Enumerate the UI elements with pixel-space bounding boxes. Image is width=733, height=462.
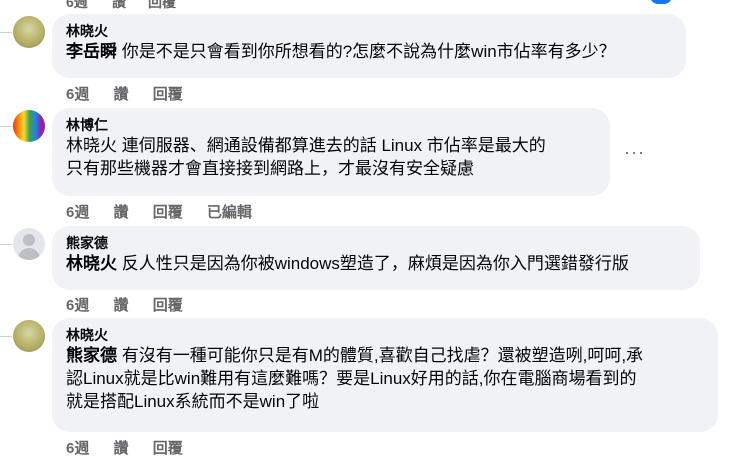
thread-line [0, 244, 12, 245]
like-link[interactable]: 讚 [114, 297, 129, 314]
time-link[interactable]: 6週 [66, 86, 89, 103]
reply-link[interactable]: 回覆 [153, 440, 183, 457]
reply-link[interactable]: 回覆 [153, 204, 183, 221]
avatar[interactable] [13, 228, 45, 260]
thread-line [0, 336, 12, 337]
comment-text-line: 熊家德 有沒有一種可能你只是有M的體質,喜歡自己找虐？還被塑造咧,呵呵,承 [66, 346, 644, 365]
comment-bubble: 熊家德 林晓火 反人性只是因為你被windows塑造了，麻煩是因為你入門選錯發行… [52, 226, 700, 290]
thread-line [0, 32, 12, 33]
reply-link[interactable]: 回覆 [148, 0, 176, 12]
reply-link[interactable]: 回覆 [153, 297, 183, 314]
reply-link[interactable]: 回覆 [153, 86, 183, 103]
mention-link[interactable]: 李岳瞬 [66, 42, 117, 61]
comment-actions: 6週 讚 回覆 [66, 83, 203, 104]
like-link[interactable]: 讚 [114, 86, 129, 103]
comment-text-line: 認Linux就是比win難用有這麼難嗎？要是Linux好用的話,你在電腦商場看到… [66, 369, 637, 388]
thread-line [0, 126, 12, 127]
time-link[interactable]: 6週 [66, 297, 89, 314]
comment-bubble: 林晓火 熊家德 有沒有一種可能你只是有M的體質,喜歡自己找虐？還被塑造咧,呵呵,… [52, 318, 718, 432]
comment-actions: 6週 讚 回覆 [66, 294, 203, 315]
like-link[interactable]: 讚 [114, 440, 129, 457]
comment-actions: 6週 讚 回覆 已編輯 [66, 201, 272, 222]
comment-actions: 6週 讚 回覆 [66, 437, 203, 458]
like-link[interactable]: 讚 [114, 204, 129, 221]
comment-bubble: 林博仁 林晓火 連伺服器、網通設備都算進去的話 Linux 市佔率是最大的 只有… [52, 108, 610, 196]
comment-text: 林晓火 反人性只是因為你被windows塑造了，麻煩是因為你入門選錯發行版 [66, 254, 629, 273]
reaction-badge[interactable] [650, 0, 672, 4]
comment-text: 李岳瞬 你是不是只會看到你所想看的?怎麼不說為什麼win市佔率有多少？ [66, 42, 616, 61]
mention-link[interactable]: 熊家德 [66, 346, 117, 365]
comment-author[interactable]: 林博仁 [66, 117, 596, 134]
time-link[interactable]: 6週 [66, 440, 89, 457]
comment-text-line: 只有那些機器才會直接接到網路上，才最沒有安全疑慮 [66, 159, 474, 178]
comment-bubble: 林晓火 李岳瞬 你是不是只會看到你所想看的?怎麼不說為什麼win市佔率有多少？ [52, 14, 686, 78]
default-avatar-icon [23, 234, 35, 246]
avatar[interactable] [13, 110, 45, 142]
more-options-icon[interactable]: ··· [624, 142, 645, 163]
comment-author[interactable]: 林晓火 [66, 327, 704, 344]
comment-text-line: 林晓火 連伺服器、網通設備都算進去的話 Linux 市佔率是最大的 [66, 136, 546, 155]
like-link[interactable]: 讚 [112, 0, 126, 12]
comment-author[interactable]: 熊家德 [66, 235, 686, 252]
mention-link[interactable]: 林晓火 [66, 254, 117, 273]
edited-label: 已編輯 [206, 204, 252, 221]
comment-text-line: 就是搭配Linux系統而不是win了啦 [66, 392, 320, 411]
avatar[interactable] [13, 16, 45, 48]
previous-comment-actions: 6週 讚 回覆 [0, 0, 733, 10]
comment-author[interactable]: 林晓火 [66, 23, 672, 40]
time-link[interactable]: 6週 [66, 0, 88, 12]
time-link[interactable]: 6週 [66, 204, 89, 221]
avatar[interactable] [13, 320, 45, 352]
